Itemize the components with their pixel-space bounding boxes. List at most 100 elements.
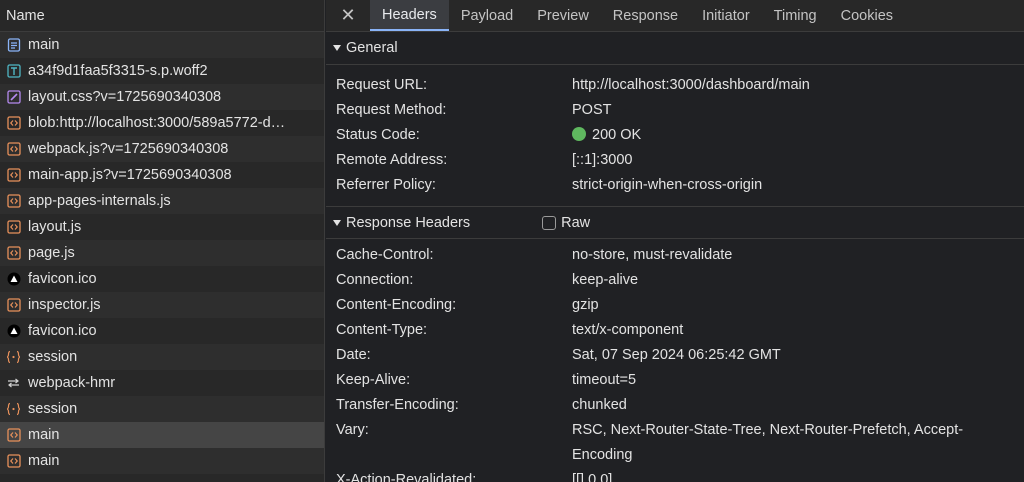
response-headers-rows: Cache-Control: no-store, must-revalidate C…: [326, 243, 1024, 482]
header-row: Date: Sat, 07 Sep 2024 06:25:42 GMT: [326, 343, 1024, 368]
script-icon: [6, 116, 21, 131]
header-key: Content-Encoding:: [336, 297, 457, 313]
favicon-icon: [6, 324, 21, 339]
close-icon[interactable]: ✕: [326, 0, 370, 31]
request-name: app-pages-internals.js: [28, 193, 171, 209]
header-key: Date:: [336, 347, 371, 363]
header-value: chunked: [572, 397, 627, 413]
script-icon: [6, 454, 21, 469]
header-value: gzip: [572, 297, 599, 313]
header-key: Request Method:: [336, 102, 447, 118]
request-name: favicon.ico: [28, 323, 97, 339]
header-key: Status Code:: [336, 127, 420, 143]
request-row[interactable]: layout.css?v=1725690340308: [0, 84, 324, 110]
tab-preview[interactable]: Preview: [525, 0, 601, 31]
request-row[interactable]: main: [0, 422, 324, 448]
response-headers-section-title: Response Headers: [346, 214, 471, 231]
header-row: Request URL: http://localhost:3000/dashbo…: [326, 73, 1024, 98]
header-key: Connection:: [336, 272, 414, 288]
raw-checkbox[interactable]: [542, 215, 557, 230]
raw-label: Raw: [561, 214, 591, 231]
request-name: main-app.js?v=1725690340308: [28, 167, 232, 183]
request-row[interactable]: favicon.ico: [0, 266, 324, 292]
header-value: [::1]:3000: [572, 152, 633, 168]
script-icon: [6, 220, 21, 235]
request-name: webpack-hmr: [28, 375, 116, 391]
header-key: Keep-Alive:: [336, 372, 411, 388]
header-row: Request Method: POST: [326, 98, 1024, 123]
script-icon: [6, 298, 21, 313]
websocket-icon: [6, 376, 21, 391]
request-name: session: [28, 401, 78, 417]
tab-timing[interactable]: Timing: [762, 0, 829, 31]
script-icon: [6, 428, 21, 443]
request-row[interactable]: webpack-hmr: [0, 370, 324, 396]
request-row[interactable]: app-pages-internals.js: [0, 188, 324, 214]
request-name: main: [28, 453, 60, 469]
details-tab-bar: ✕ Headers Payload Preview Response Initiator…: [326, 0, 1024, 32]
request-row[interactable]: webpack.js?v=1725690340308: [0, 136, 324, 162]
request-row[interactable]: a34f9d1faa5f3315-s.p.woff2: [0, 58, 324, 84]
request-row[interactable]: main: [0, 32, 324, 58]
header-key: Cache-Control:: [336, 247, 434, 263]
request-row[interactable]: main: [0, 448, 324, 474]
name-column-header[interactable]: Name: [0, 0, 324, 32]
script-icon: [6, 194, 21, 209]
fetch-icon: [6, 350, 21, 365]
header-row: Connection: keep-alive: [326, 268, 1024, 293]
header-row: Keep-Alive: timeout=5: [326, 368, 1024, 393]
header-key: Referrer Policy:: [336, 177, 436, 193]
request-name: layout.js: [28, 219, 82, 235]
header-key: Request URL:: [336, 77, 428, 93]
general-rows: Request URL: http://localhost:3000/dashbo…: [326, 73, 1024, 198]
header-row: Remote Address: [::1]:3000: [326, 148, 1024, 173]
header-value: 200 OK: [572, 123, 1002, 148]
request-name: inspector.js: [28, 297, 101, 313]
request-name: page.js: [28, 245, 75, 261]
request-row[interactable]: page.js: [0, 240, 324, 266]
request-row[interactable]: main-app.js?v=1725690340308: [0, 162, 324, 188]
triangle-down-icon: [332, 218, 342, 228]
font-icon: [6, 64, 21, 79]
script-icon: [6, 168, 21, 183]
header-key: Transfer-Encoding:: [336, 397, 459, 413]
tab-headers[interactable]: Headers: [370, 0, 449, 31]
request-name: main: [28, 427, 60, 443]
tab-payload[interactable]: Payload: [449, 0, 525, 31]
fetch-icon: [6, 402, 21, 417]
request-row[interactable]: blob:http://localhost:3000/589a5772-d…: [0, 110, 324, 136]
status-text: 200 OK: [592, 127, 642, 143]
tab-cookies[interactable]: Cookies: [829, 0, 905, 31]
request-name: a34f9d1faa5f3315-s.p.woff2: [28, 63, 208, 79]
header-value: no-store, must-revalidate: [572, 247, 733, 263]
request-list: main a34f9d1faa5f3315-s.p.woff2 layout.css…: [0, 32, 324, 474]
raw-toggle[interactable]: Raw: [542, 215, 590, 231]
request-row[interactable]: session: [0, 396, 324, 422]
request-row[interactable]: favicon.ico: [0, 318, 324, 344]
request-name: webpack.js?v=1725690340308: [28, 141, 229, 157]
header-row: Transfer-Encoding: chunked: [326, 393, 1024, 418]
tab-response[interactable]: Response: [601, 0, 690, 31]
tab-initiator[interactable]: Initiator: [690, 0, 762, 31]
request-row[interactable]: session: [0, 344, 324, 370]
document-icon: [6, 38, 21, 53]
request-row[interactable]: layout.js: [0, 214, 324, 240]
tab-list: Headers Payload Preview Response Initiator Ti…: [370, 0, 905, 31]
header-row: Cache-Control: no-store, must-revalidate: [326, 243, 1024, 268]
favicon-icon: [6, 272, 21, 287]
request-row[interactable]: inspector.js: [0, 292, 324, 318]
request-name: layout.css?v=1725690340308: [28, 89, 222, 105]
header-key: Content-Type:: [336, 322, 428, 338]
header-value: strict-origin-when-cross-origin: [572, 177, 763, 193]
status-ok-icon: [572, 127, 586, 141]
header-key: Vary:: [336, 422, 369, 438]
script-icon: [6, 142, 21, 157]
header-value: timeout=5: [572, 372, 637, 388]
header-row: Content-Encoding: gzip: [326, 293, 1024, 318]
response-headers-section-header[interactable]: Response Headers Raw: [326, 206, 1024, 239]
general-section-header[interactable]: General: [326, 32, 1024, 65]
request-name: session: [28, 349, 78, 365]
header-row: Content-Type: text/x-component: [326, 318, 1024, 343]
header-key: Remote Address:: [336, 152, 448, 168]
request-name: blob:http://localhost:3000/589a5772-d…: [28, 115, 286, 131]
